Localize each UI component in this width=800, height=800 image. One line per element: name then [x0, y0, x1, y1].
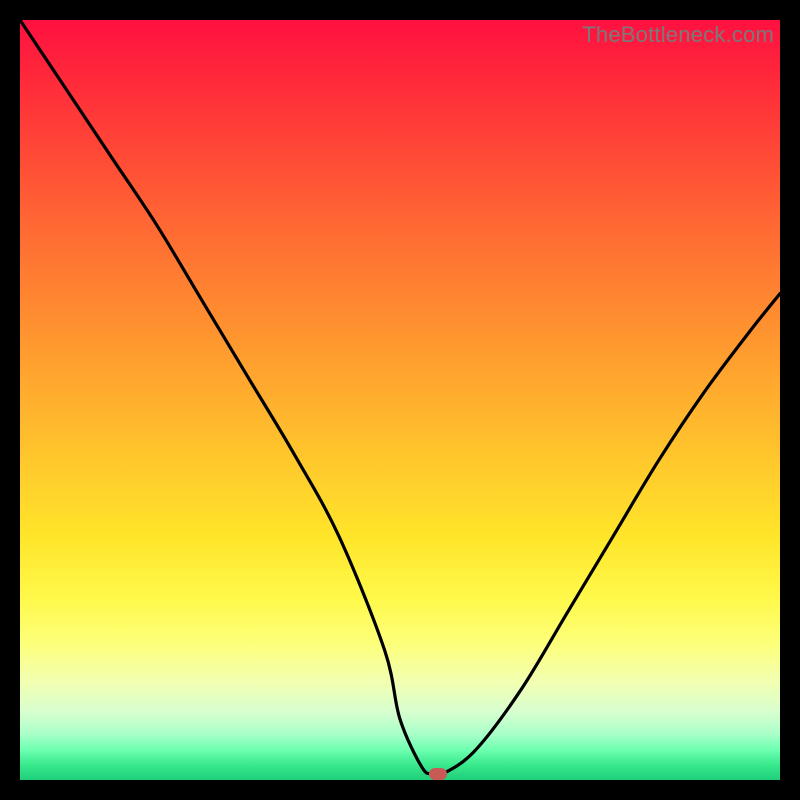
optimum-marker: [429, 768, 447, 780]
plot-area: TheBottleneck.com: [20, 20, 780, 780]
bottleneck-curve: [20, 20, 780, 780]
chart-frame: TheBottleneck.com: [0, 0, 800, 800]
